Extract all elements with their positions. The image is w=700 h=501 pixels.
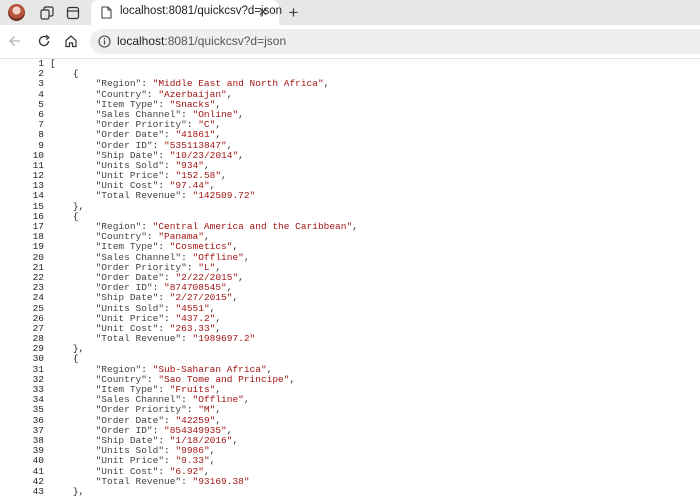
url-path: :8081/quickcsv?d=json	[164, 34, 287, 48]
page-icon	[99, 5, 113, 20]
line-number: 40	[32, 455, 44, 467]
json-punctuation: {	[72, 353, 79, 365]
reload-button[interactable]	[33, 30, 55, 52]
json-string-value: "1989697.2"	[192, 333, 256, 345]
info-circle-glyph	[98, 35, 111, 48]
back-arrow-icon	[9, 36, 20, 46]
page-glyph	[100, 6, 112, 19]
json-string-value: "142509.72"	[192, 190, 256, 202]
line-number: 43	[32, 485, 44, 497]
home-icon	[65, 35, 77, 48]
address-bar[interactable]: localhost:8081/quickcsv?d=json	[90, 29, 700, 54]
workspaces-icon-glyph	[40, 5, 54, 20]
browser-toolbar: localhost:8081/quickcsv?d=json	[0, 25, 700, 59]
active-tab[interactable]: localhost:8081/quickcsv?d=json ✕	[91, 0, 282, 25]
line-content: },	[50, 485, 85, 497]
tab-actions-icon[interactable]	[62, 0, 84, 25]
json-string-value: "93169.38"	[192, 475, 250, 487]
close-tab-icon[interactable]: ✕	[254, 3, 272, 21]
workspaces-icon[interactable]	[36, 0, 58, 25]
back-button[interactable]	[4, 30, 26, 52]
url-host: localhost	[117, 34, 165, 48]
json-key: "Total Revenue"	[95, 333, 182, 345]
json-key: "Total Revenue"	[95, 190, 182, 202]
tab-actions-glyph	[66, 6, 80, 19]
json-viewer: 1[2 {3 "Region": "Middle East and North …	[0, 58, 700, 501]
json-line: 43 },	[0, 485, 358, 497]
json-key: "Total Revenue"	[95, 475, 182, 487]
avatar-image	[7, 4, 25, 21]
line-number: 8	[38, 129, 44, 141]
url-text: localhost:8081/quickcsv?d=json	[117, 34, 286, 48]
site-info-icon[interactable]	[97, 34, 112, 49]
new-tab-button[interactable]: +	[283, 2, 304, 23]
json-code-block: 1[2 {3 "Region": "Middle East and North …	[0, 58, 358, 497]
home-button[interactable]	[60, 30, 82, 52]
json-punctuation: },	[72, 485, 85, 497]
line-number: 24	[32, 292, 44, 304]
reload-icon	[38, 34, 50, 47]
tab-strip: localhost:8081/quickcsv?d=json ✕ +	[0, 0, 700, 25]
profile-avatar[interactable]	[4, 0, 28, 25]
